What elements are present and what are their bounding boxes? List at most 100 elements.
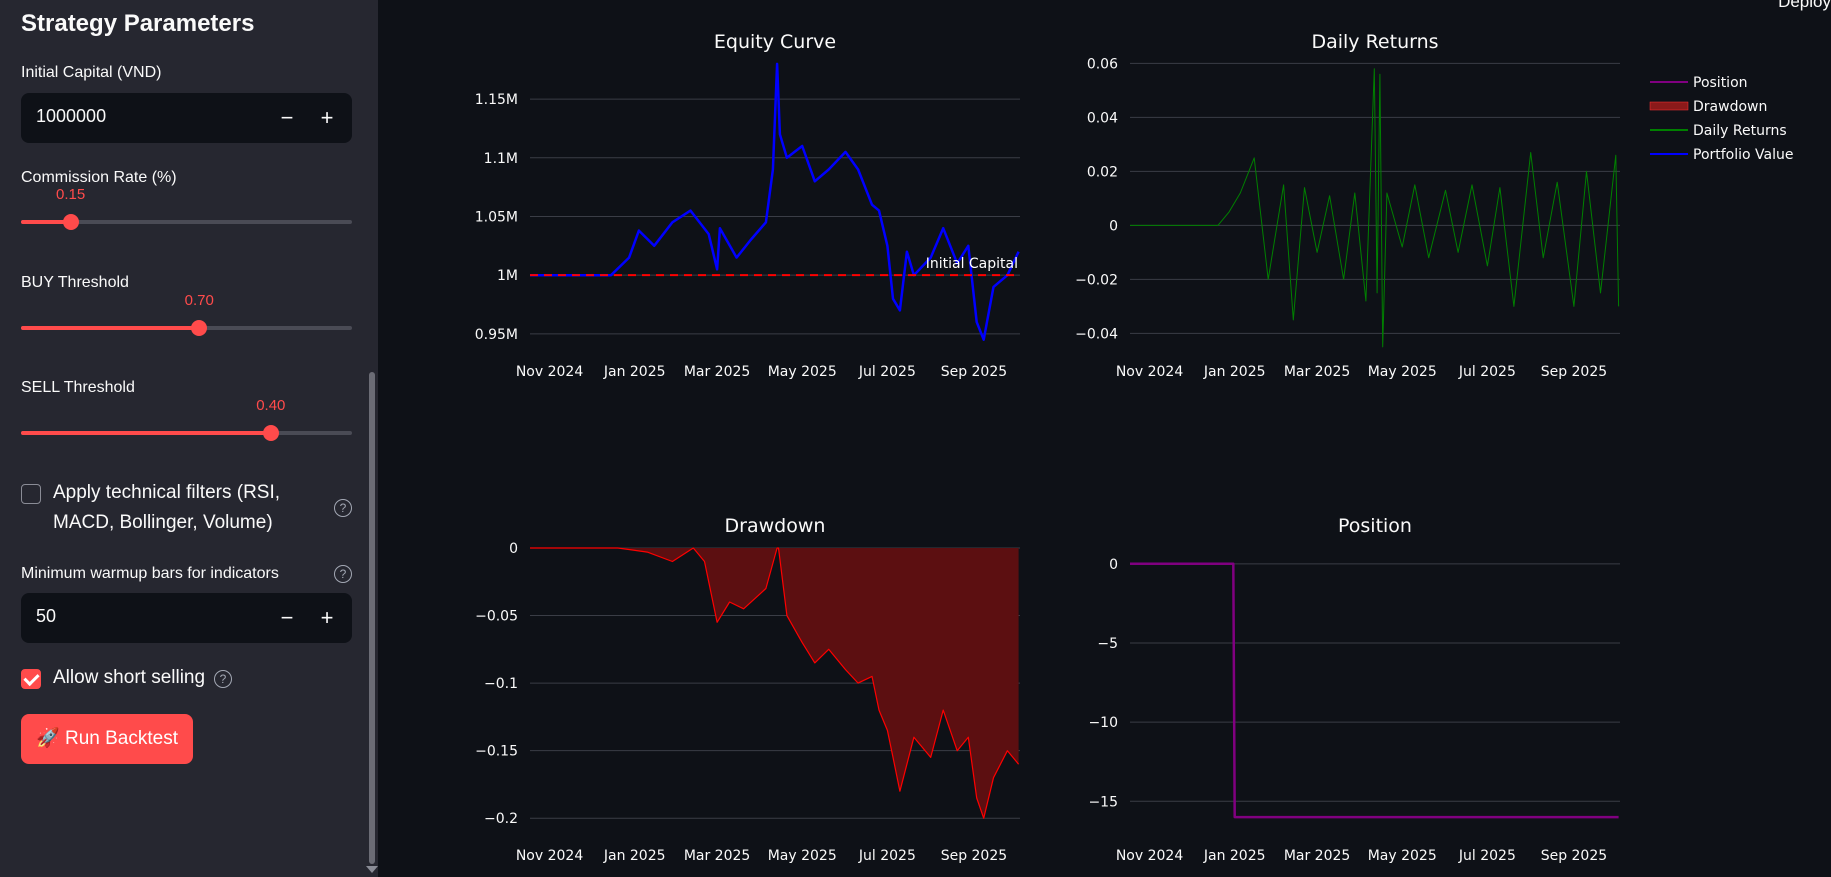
- drawdown-area: [530, 548, 1019, 819]
- initial-capital-increment-button[interactable]: +: [310, 101, 344, 135]
- x-tick-label: Sep 2025: [1541, 364, 1607, 380]
- run-backtest-label: Run Backtest: [64, 728, 178, 749]
- x-tick-label: Nov 2024: [1116, 364, 1183, 380]
- y-tick-label: 0: [509, 541, 518, 557]
- y-tick-label: 0.04: [1087, 110, 1118, 126]
- chart-title: Position: [1338, 515, 1412, 537]
- y-tick-label: −0.05: [475, 609, 518, 625]
- sell-threshold-slider[interactable]: 0.40: [21, 397, 352, 445]
- x-tick-label: Sep 2025: [1541, 848, 1607, 864]
- x-tick-label: Nov 2024: [1116, 848, 1183, 864]
- short-selling-checkbox[interactable]: [21, 669, 41, 689]
- warmup-help-icon[interactable]: ?: [334, 565, 352, 583]
- tech-filters-label[interactable]: Apply technical filters (RSI, MACD, Boll…: [53, 478, 280, 538]
- y-tick-label: 1.15M: [475, 92, 518, 108]
- tech-filters-checkbox[interactable]: [21, 484, 41, 504]
- chart-title: Daily Returns: [1311, 31, 1438, 53]
- y-tick-label: 0: [1109, 218, 1118, 234]
- commission-label: Commission Rate (%): [21, 169, 177, 186]
- scroll-down-arrow-icon[interactable]: [366, 866, 378, 873]
- buy-threshold-slider[interactable]: 0.70: [21, 292, 352, 340]
- buy-threshold-label: BUY Threshold: [21, 274, 129, 291]
- sidebar-title: Strategy Parameters: [21, 10, 255, 37]
- tech-filters-help-icon[interactable]: ?: [334, 499, 352, 517]
- x-tick-label: Mar 2025: [684, 848, 751, 864]
- y-tick-label: −0.1: [484, 676, 518, 692]
- buy-threshold-value: 0.70: [184, 292, 214, 309]
- x-tick-label: Sep 2025: [941, 848, 1007, 864]
- run-backtest-button[interactable]: 🚀 Run Backtest: [21, 714, 193, 764]
- initial-capital-decrement-button[interactable]: −: [270, 101, 304, 135]
- warmup-input[interactable]: 50 − +: [21, 593, 352, 643]
- chart-panel-1: Equity Curve 0.95M 1M 1.05M 1.1M 1.15M Nov 202…: [475, 31, 1020, 380]
- sell-threshold-label: SELL Threshold: [21, 379, 135, 396]
- y-tick-label: 1.05M: [475, 209, 518, 225]
- x-tick-label: Jul 2025: [1458, 364, 1516, 380]
- x-tick-label: May 2025: [768, 364, 837, 380]
- x-tick-label: May 2025: [1368, 364, 1437, 380]
- x-tick-label: Mar 2025: [1284, 848, 1351, 864]
- y-tick-label: 1M: [497, 268, 518, 284]
- series-line: [1130, 562, 1619, 819]
- y-tick-label: −0.04: [1075, 326, 1118, 342]
- x-tick-label: Jan 2025: [603, 848, 666, 864]
- warmup-value[interactable]: 50: [36, 606, 56, 627]
- x-tick-label: Jul 2025: [858, 848, 916, 864]
- initial-capital-value[interactable]: 1000000: [36, 106, 106, 127]
- short-selling-help-icon[interactable]: ?: [214, 670, 232, 688]
- y-tick-label: −10: [1088, 715, 1118, 731]
- x-tick-label: Jul 2025: [858, 364, 916, 380]
- x-tick-label: Mar 2025: [684, 364, 751, 380]
- series-line: [530, 547, 1020, 819]
- slider-fill: [21, 431, 271, 435]
- x-tick-label: Sep 2025: [941, 364, 1007, 380]
- deploy-button[interactable]: Deploy: [1778, 0, 1831, 12]
- legend-label: Drawdown: [1693, 99, 1767, 115]
- tech-filters-label-line2: MACD, Bollinger, Volume): [53, 512, 273, 533]
- sidebar: Strategy Parameters Initial Capital (VND…: [0, 0, 378, 877]
- x-tick-label: Mar 2025: [1284, 364, 1351, 380]
- x-tick-label: Nov 2024: [516, 848, 583, 864]
- chart-panel-3: Drawdown −0.2 −0.15 −0.1 −0.05 0 Nov 2024 Jan 2…: [475, 515, 1020, 864]
- x-tick-label: Jul 2025: [1458, 848, 1516, 864]
- short-selling-label[interactable]: Allow short selling: [53, 663, 205, 693]
- legend-label: Daily Returns: [1693, 123, 1787, 139]
- initial-capital-label: Initial Capital (VND): [21, 64, 162, 81]
- chart-panel-4: Position −15 −10 −5 0 Nov 2024 Jan 2025 Mar 202…: [1088, 515, 1620, 864]
- slider-thumb[interactable]: [62, 214, 79, 230]
- legend-swatch-patch: [1649, 101, 1689, 111]
- chart-legend: Position Drawdown Daily Returns Portfolio V…: [1649, 75, 1794, 163]
- y-tick-label: −0.2: [484, 811, 518, 827]
- y-tick-label: −5: [1097, 636, 1118, 652]
- slider-thumb[interactable]: [191, 320, 208, 336]
- commission-slider[interactable]: 0.15: [21, 186, 352, 234]
- series-line: [1130, 68, 1620, 348]
- series-line: [530, 62, 1020, 341]
- y-tick-label: 1.1M: [484, 151, 518, 167]
- slider-fill: [21, 326, 200, 330]
- chart-title: Drawdown: [725, 515, 826, 537]
- y-tick-label: −15: [1088, 794, 1118, 810]
- legend-label: Portfolio Value: [1693, 147, 1794, 163]
- slider-thumb[interactable]: [262, 425, 279, 441]
- initial-capital-label: Initial Capital: [926, 256, 1018, 272]
- x-tick-label: Jan 2025: [603, 364, 666, 380]
- chart-title: Equity Curve: [714, 31, 836, 53]
- y-tick-label: −0.02: [1075, 272, 1118, 288]
- sell-threshold-value: 0.40: [256, 397, 286, 414]
- x-tick-label: May 2025: [768, 848, 837, 864]
- x-tick-label: Jan 2025: [1203, 848, 1266, 864]
- warmup-label: Minimum warmup bars for indicators: [21, 565, 279, 582]
- legend-label: Position: [1693, 75, 1748, 91]
- y-tick-label: 0.02: [1087, 164, 1118, 180]
- warmup-increment-button[interactable]: +: [310, 601, 344, 635]
- rocket-icon: 🚀: [36, 728, 60, 749]
- x-tick-label: May 2025: [1368, 848, 1437, 864]
- x-tick-label: Nov 2024: [516, 364, 583, 380]
- commission-value: 0.15: [56, 186, 86, 203]
- y-tick-label: 0.06: [1087, 56, 1118, 72]
- sidebar-scrollbar[interactable]: [369, 372, 375, 864]
- initial-capital-input[interactable]: 1000000 − +: [21, 93, 352, 143]
- y-tick-label: 0.95M: [475, 327, 518, 343]
- warmup-decrement-button[interactable]: −: [270, 601, 304, 635]
